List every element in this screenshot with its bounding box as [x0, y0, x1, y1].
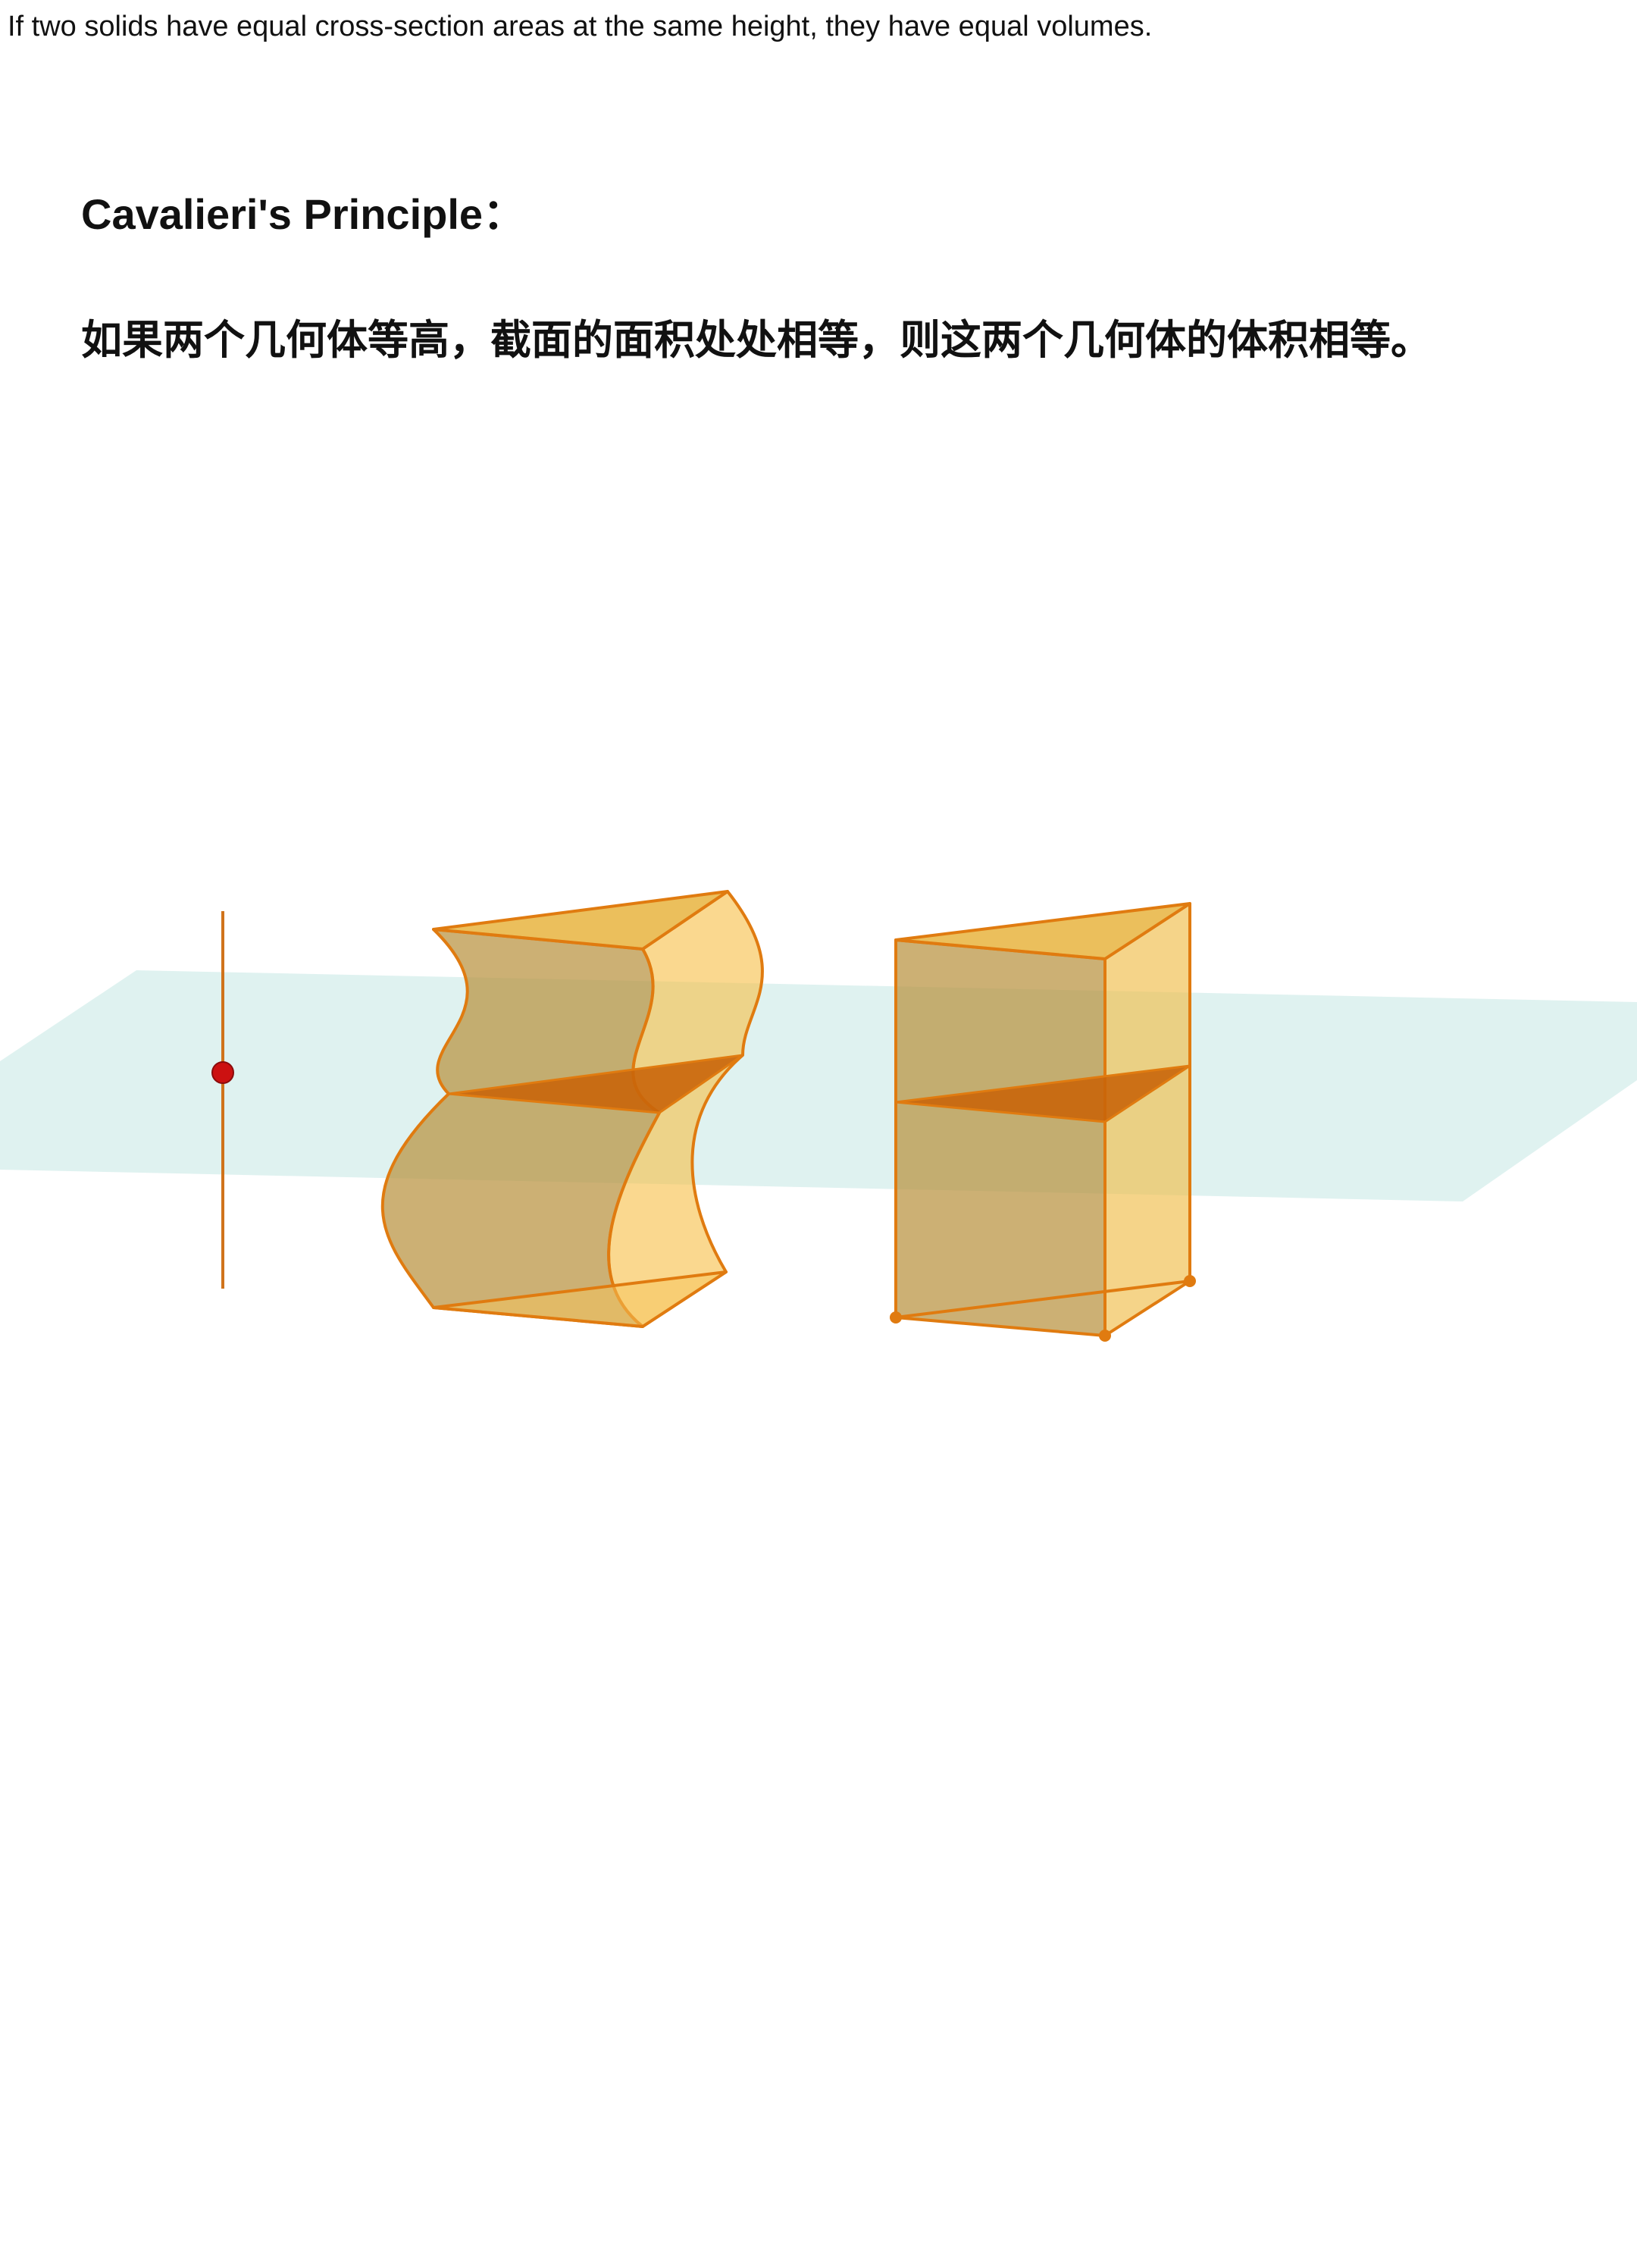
cutting-plane	[0, 970, 1637, 1201]
height-slider-point[interactable]	[211, 1061, 234, 1084]
prism-right-face	[1103, 902, 1191, 1337]
prism-vertex-a[interactable]	[890, 1311, 902, 1324]
prism-front-face	[894, 938, 1106, 1337]
prism-vertex-b[interactable]	[1099, 1330, 1111, 1342]
prism-vertex-c[interactable]	[1184, 1275, 1196, 1287]
geometry-canvas[interactable]	[0, 0, 1637, 2268]
triangular-prism	[890, 902, 1196, 1342]
